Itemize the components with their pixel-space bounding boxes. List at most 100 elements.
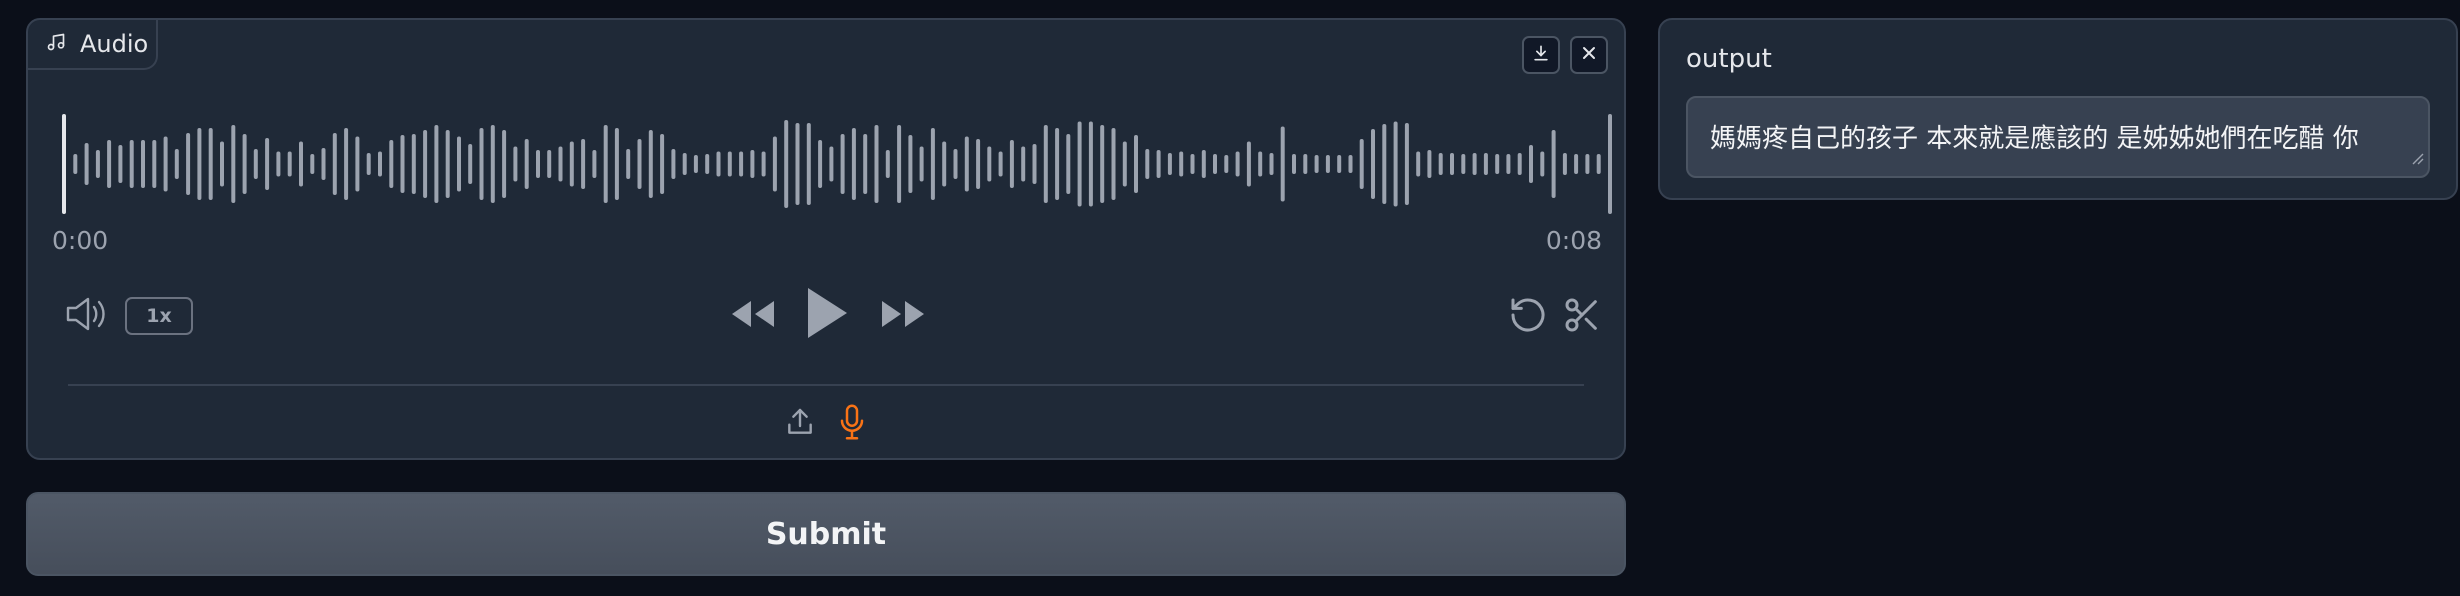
waveform-bar [1596, 154, 1601, 174]
waveform-bar [1461, 154, 1466, 174]
waveform-bar [434, 125, 439, 203]
waveform-bar [1224, 155, 1229, 173]
waveform-bar [1156, 150, 1161, 178]
waveform-bar [287, 151, 292, 177]
waveform-bar [1551, 130, 1556, 198]
waveform-bar [73, 154, 78, 174]
trim-button[interactable] [1560, 296, 1604, 338]
waveform-bar [603, 125, 608, 203]
waveform-bar [253, 149, 258, 179]
waveform-bar [479, 128, 484, 200]
waveform-bar [400, 135, 405, 193]
waveform-bar [1483, 153, 1488, 175]
resize-handle-icon[interactable] [2410, 142, 2424, 172]
play-icon [804, 285, 850, 345]
audio-label-text: Audio [80, 30, 149, 58]
reset-button[interactable] [1506, 296, 1550, 338]
waveform-bar [739, 151, 744, 177]
fast-forward-icon [879, 297, 927, 335]
waveform-bar [129, 140, 134, 188]
waveform-bar [231, 125, 236, 203]
waveform[interactable] [52, 94, 1630, 234]
upload-button[interactable] [782, 404, 818, 444]
output-label: output [1686, 44, 1772, 74]
waveform-bar [795, 123, 800, 205]
waveform-bar [897, 125, 902, 203]
waveform-bar [1450, 153, 1454, 175]
waveform-bar [468, 144, 473, 184]
volume-icon [64, 294, 110, 338]
waveform-bar [1009, 140, 1014, 188]
waveform-bar [1506, 154, 1511, 174]
clear-button[interactable] [1570, 36, 1608, 74]
waveform-bar [1438, 153, 1443, 175]
waveform-bar [1179, 151, 1184, 177]
waveform-bar [1122, 141, 1127, 187]
waveform-bar [1269, 153, 1274, 175]
waveform-bar [276, 151, 281, 177]
waveform-bar [1066, 134, 1071, 194]
waveform-bar [1043, 125, 1048, 203]
waveform-bar [863, 134, 868, 194]
record-button[interactable] [834, 404, 870, 444]
waveform-bar [502, 130, 507, 198]
waveform-bar [1404, 123, 1409, 205]
waveform-bar [840, 134, 845, 194]
close-icon [1579, 43, 1599, 67]
waveform-bar [1574, 154, 1579, 174]
waveform-bar [558, 146, 563, 182]
rewind-icon [729, 297, 777, 335]
playback-speed-button[interactable]: 1x [125, 297, 193, 335]
upload-icon [784, 405, 816, 443]
waveform-bar [1416, 151, 1421, 177]
waveform-bar [84, 143, 89, 185]
waveform-bar [411, 134, 416, 194]
waveform-bar [1562, 153, 1567, 175]
waveform-bar [310, 154, 315, 174]
waveform-bar [851, 128, 856, 200]
output-textbox[interactable]: 媽媽疼自己的孩子 本來就是應該的 是姊姊她們在吃醋 你 [1686, 96, 2430, 178]
waveform-bar [614, 128, 619, 200]
play-button[interactable] [802, 286, 852, 344]
waveform-bar [682, 153, 687, 175]
waveform-bar [637, 139, 642, 189]
volume-button[interactable] [62, 294, 112, 338]
waveform-bar [930, 128, 935, 200]
waveform-bar [1167, 153, 1172, 175]
waveform-bar [1213, 154, 1217, 174]
download-button[interactable] [1522, 36, 1560, 74]
waveform-bar [118, 145, 123, 183]
waveform-bar [389, 140, 394, 188]
waveform-bar [829, 146, 834, 182]
waveform-bar [705, 154, 710, 174]
waveform-bar [1540, 151, 1545, 177]
waveform-bar [1292, 154, 1296, 174]
skip-backward-button[interactable] [728, 296, 778, 336]
waveform-bar [1382, 124, 1387, 204]
waveform-bar [964, 136, 969, 192]
waveform-bar [671, 149, 676, 179]
waveform-bar [908, 135, 913, 193]
waveform-bar [1427, 150, 1432, 178]
output-component: output 媽媽疼自己的孩子 本來就是應該的 是姊姊她們在吃醋 你 [1658, 18, 2458, 200]
audio-component: Audio 0:00 0:08 1x [26, 18, 1626, 460]
duration: 0:08 [1545, 226, 1602, 255]
waveform-bar [953, 149, 958, 179]
waveform-bar [1325, 155, 1330, 173]
waveform-bar [874, 125, 879, 203]
waveform-bar [366, 153, 371, 175]
waveform-bar [1472, 153, 1477, 175]
waveform-bar [1100, 125, 1105, 203]
waveform-bar [1393, 121, 1398, 207]
waveform-bar [1517, 153, 1522, 175]
waveform-bar [445, 130, 450, 198]
waveform-bar [1585, 154, 1590, 174]
submit-button[interactable]: Submit [26, 492, 1626, 576]
waveform-bar [1314, 155, 1319, 173]
skip-forward-button[interactable] [878, 296, 928, 336]
waveform-bar [1246, 141, 1251, 187]
waveform-bar [332, 133, 337, 195]
waveform-bar [186, 133, 191, 195]
waveform-bar [569, 141, 574, 187]
output-text-value: 媽媽疼自己的孩子 本來就是應該的 是姊姊她們在吃醋 你 [1710, 124, 2359, 154]
